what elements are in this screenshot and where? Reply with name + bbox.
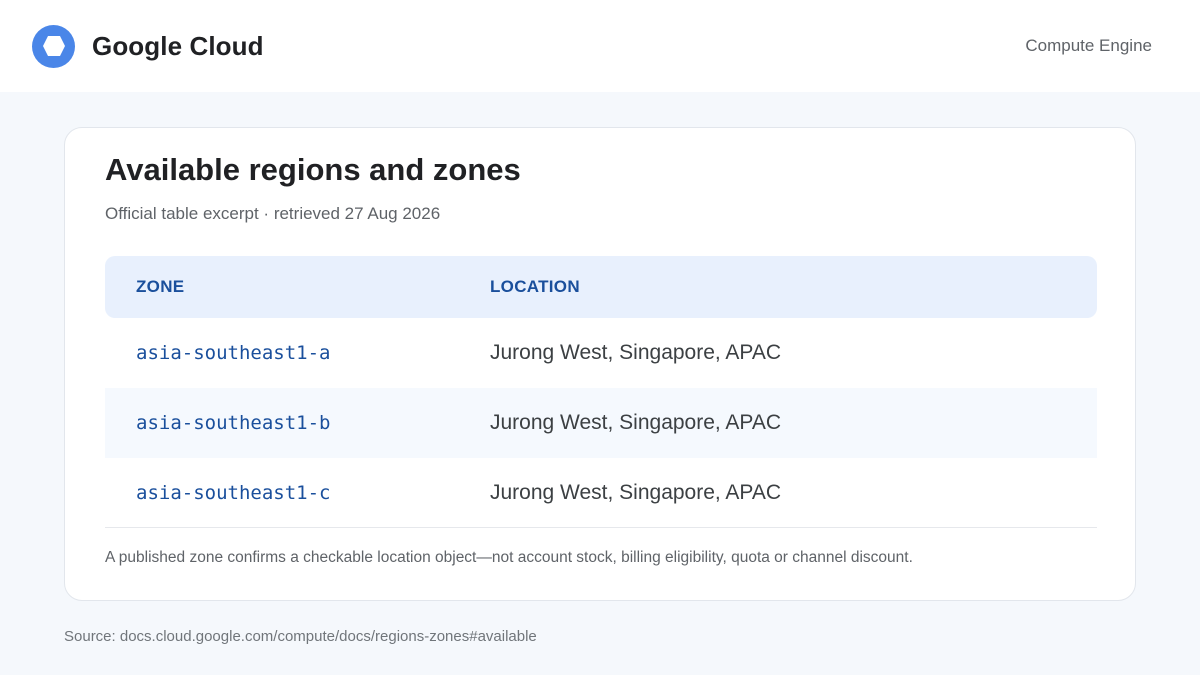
table-header: ZONE LOCATION	[105, 256, 1097, 318]
zone-cell: asia-southeast1-c	[136, 481, 331, 504]
column-header-zone: ZONE	[136, 277, 185, 296]
table-row: asia-southeast1-b Jurong West, Singapore…	[105, 388, 1097, 458]
page-subtitle: Official table excerpt · retrieved 27 Au…	[105, 204, 441, 223]
regions-card: Available regions and zones Official tab…	[64, 127, 1136, 601]
column-header-location: LOCATION	[490, 277, 580, 296]
table-row: asia-southeast1-a Jurong West, Singapore…	[105, 318, 1097, 388]
table-footnote: A published zone confirms a checkable lo…	[105, 549, 913, 566]
zones-table: ZONE LOCATION asia-southeast1-a Jurong W…	[105, 256, 1097, 528]
source-citation: Source: docs.cloud.google.com/compute/do…	[64, 628, 537, 645]
zone-cell: asia-southeast1-b	[136, 412, 331, 434]
product-name[interactable]: Compute Engine	[1025, 36, 1152, 56]
table-row: asia-southeast1-c Jurong West, Singapore…	[105, 458, 1097, 528]
brand-name: Google Cloud	[92, 30, 264, 61]
google-cloud-logo-icon	[32, 24, 75, 68]
location-cell: Jurong West, Singapore, APAC	[490, 480, 782, 504]
top-bar: Google Cloud Compute Engine	[0, 0, 1200, 92]
location-cell: Jurong West, Singapore, APAC	[490, 411, 782, 434]
zone-cell: asia-southeast1-a	[136, 342, 331, 364]
location-cell: Jurong West, Singapore, APAC	[490, 341, 782, 364]
page-title: Available regions and zones	[105, 152, 521, 187]
